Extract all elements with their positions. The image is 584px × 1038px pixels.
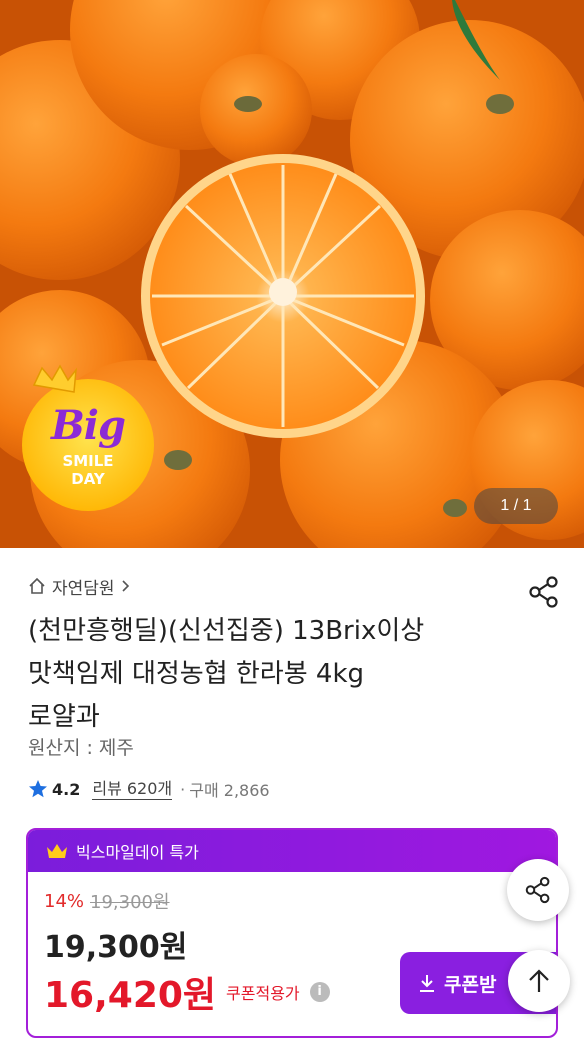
scroll-top-button[interactable] xyxy=(508,950,570,1012)
rating-score: 4.2 xyxy=(52,779,81,799)
floating-share-button[interactable] xyxy=(507,859,569,921)
badge-day-text: DAY xyxy=(71,470,105,488)
sale-price-row: 16,420원 쿠폰적용가 i xyxy=(44,966,330,1018)
title-line-1: (천만흥행딜)(신선집중) 13Brix이상 xyxy=(28,616,425,646)
share-icon xyxy=(529,576,558,608)
separator-dot: · xyxy=(180,779,186,799)
deal-header: 빅스마일데이 특가 xyxy=(28,830,556,872)
badge-big-text: Big xyxy=(51,402,126,449)
info-icon[interactable]: i xyxy=(309,982,330,1002)
arrow-up-icon xyxy=(529,969,549,992)
title-line-2: 맛책임제 대정농협 한라봉 4kg xyxy=(28,659,365,689)
discount-percent: 14% xyxy=(44,890,85,912)
coupon-price-label: 쿠폰적용가 xyxy=(226,984,300,1003)
sale-price: 16,420원 xyxy=(44,975,217,1016)
home-icon xyxy=(29,577,45,594)
product-title: (천만흥행딜)(신선집중) 13Brix이상 맛책임제 대정농협 한라봉 4kg… xyxy=(28,610,528,739)
star-icon xyxy=(29,780,47,798)
coupon-button-label: 쿠폰받 xyxy=(444,973,497,996)
product-image[interactable]: Big SMILE DAY 1 / 1 xyxy=(0,0,584,548)
store-name[interactable]: 자연담원 xyxy=(52,574,115,599)
deal-header-label: 빅스마일데이 특가 xyxy=(76,843,199,862)
discount-row: 14% 19,300원 xyxy=(44,888,170,914)
badge-smile-text: SMILE xyxy=(62,452,114,470)
price: 19,300원 xyxy=(44,930,188,965)
big-smile-day-badge: Big SMILE DAY xyxy=(22,372,154,504)
crown-icon xyxy=(47,844,67,858)
share-icon xyxy=(525,876,550,904)
share-button[interactable] xyxy=(526,574,562,610)
rating-row: 4.2 리뷰 620개 · 구매 2,866 xyxy=(28,775,270,803)
purchase-count: 구매 2,866 xyxy=(189,781,270,800)
chevron-right-icon xyxy=(121,580,129,592)
deal-box: 빅스마일데이 특가 14% 19,300원 19,300원 16,420원 쿠폰… xyxy=(26,828,558,1038)
breadcrumb[interactable]: 자연담원 xyxy=(28,572,131,600)
original-price: 19,300원 xyxy=(90,892,170,913)
review-link[interactable]: 리뷰 620개 xyxy=(92,779,173,800)
origin-text: 원산지 : 제주 xyxy=(28,737,134,759)
image-counter: 1 / 1 xyxy=(474,488,558,524)
download-icon xyxy=(420,975,434,992)
